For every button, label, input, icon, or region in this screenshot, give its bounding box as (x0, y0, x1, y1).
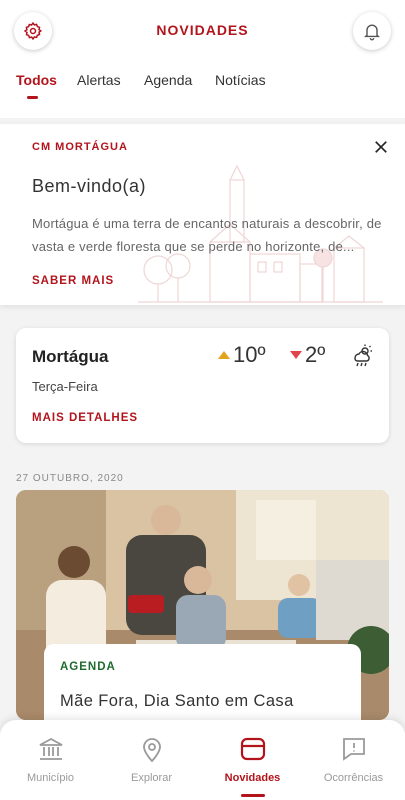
app-header: NOVIDADES Todos Alertas Agenda Notícias (0, 0, 405, 118)
news-title: Mãe Fora, Dia Santo em Casa (60, 692, 294, 710)
temp-min: 2º (290, 342, 325, 368)
nav-municipio[interactable]: Município (0, 720, 101, 800)
temp-max: 10º (218, 342, 266, 368)
welcome-text: Mortágua é uma terra de encantos naturai… (32, 216, 382, 254)
weather-day: Terça-Feira (32, 379, 98, 394)
weather-city: Mortágua (32, 347, 109, 366)
news-category: AGENDA (60, 661, 116, 673)
news-icon (240, 737, 266, 761)
bank-icon (39, 737, 63, 760)
notifications-button[interactable] (353, 12, 391, 50)
feed-date: 27 OUTUBRO, 2020 (16, 473, 124, 484)
read-more-link[interactable]: SABER MAIS (32, 275, 114, 287)
nav-ocorrencias[interactable]: Ocorrências (303, 720, 404, 800)
nav-label-novidades: Novidades (224, 772, 281, 784)
arrow-up-icon (218, 351, 230, 359)
nav-novidades[interactable]: Novidades (202, 720, 303, 800)
more-details-link[interactable]: MAIS DETALHES (32, 412, 138, 424)
tab-noticias[interactable]: Notícias (215, 72, 266, 88)
nav-active-indicator (241, 794, 265, 797)
tab-agenda[interactable]: Agenda (144, 72, 192, 88)
temp-min-value: 2º (305, 342, 326, 367)
welcome-title: Bem-vindo(a) (32, 176, 147, 196)
news-source: CM MORTÁGUA (32, 141, 128, 153)
welcome-card: CM MORTÁGUA Bem-vindo(a) Mortágua é uma … (0, 124, 405, 305)
rain-sun-icon (354, 344, 372, 367)
page-title: NOVIDADES (156, 22, 249, 38)
alert-message-icon (343, 738, 365, 761)
nav-label-ocorrencias: Ocorrências (323, 772, 384, 784)
temp-max-value: 10º (233, 342, 266, 367)
weather-card[interactable]: Mortágua Terça-Feira 10º 2º MAIS DETALHE… (16, 328, 389, 443)
tab-todos[interactable]: Todos (16, 72, 57, 88)
tab-alertas[interactable]: Alertas (77, 72, 121, 88)
close-icon[interactable] (372, 138, 390, 156)
arrow-down-icon (290, 351, 302, 359)
nav-label-municipio: Município (26, 772, 75, 784)
bell-icon (364, 24, 380, 41)
bottom-navigation: Município Explorar Novidades Ocorrências (0, 720, 405, 800)
nav-explorar[interactable]: Explorar (101, 720, 202, 800)
location-pin-icon (143, 738, 161, 763)
active-tab-indicator (27, 96, 38, 99)
nav-label-explorar: Explorar (131, 772, 172, 784)
filter-tabs: Todos Alertas Agenda Notícias (0, 72, 405, 102)
